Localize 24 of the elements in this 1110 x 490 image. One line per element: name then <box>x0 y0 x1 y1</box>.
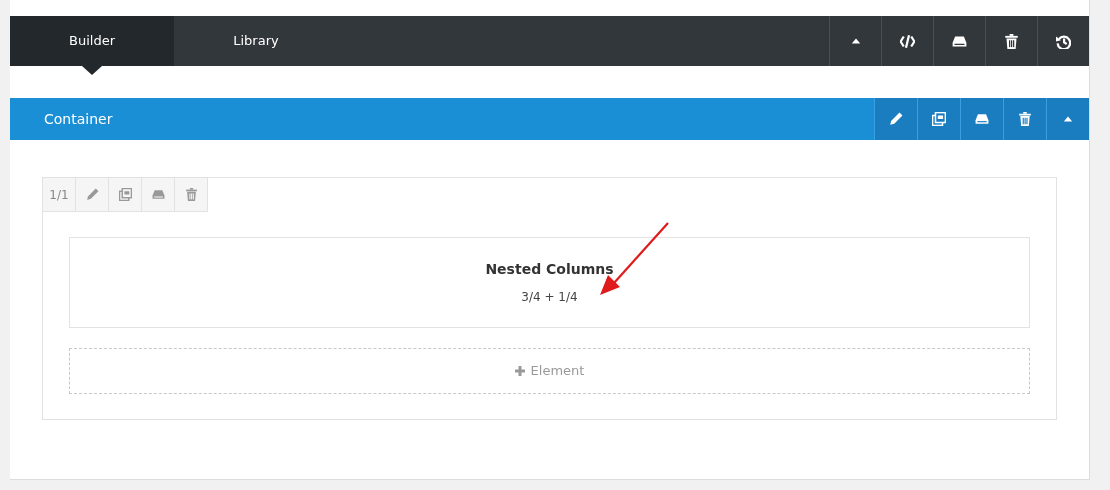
copy-icon <box>932 112 946 126</box>
trash-icon <box>1004 33 1019 49</box>
pencil-icon <box>85 188 99 201</box>
delete-button[interactable] <box>1003 98 1046 140</box>
edit-button[interactable] <box>874 98 917 140</box>
copy-icon <box>118 188 132 201</box>
drive-icon <box>975 112 989 126</box>
element-subtitle: 3/4 + 1/4 <box>521 289 578 306</box>
history-icon <box>1056 33 1071 49</box>
caret-up-icon <box>850 36 861 46</box>
drive-icon <box>151 188 165 201</box>
duplicate-button[interactable] <box>917 98 960 140</box>
container-title: Container <box>43 109 113 129</box>
tab-pointer <box>82 66 102 75</box>
pencil-icon <box>889 112 903 126</box>
tab[interactable]: Builder <box>10 16 174 66</box>
trash-icon <box>184 188 198 201</box>
element-card[interactable]: Nested Columns 3/4 + 1/4 <box>69 237 1030 328</box>
plus-icon <box>514 366 525 376</box>
tab[interactable]: Library <box>174 16 338 66</box>
code-icon <box>900 33 915 49</box>
element-title: Nested Columns <box>485 260 614 279</box>
caret-up-icon <box>1063 114 1073 124</box>
trash-icon <box>1018 112 1032 126</box>
